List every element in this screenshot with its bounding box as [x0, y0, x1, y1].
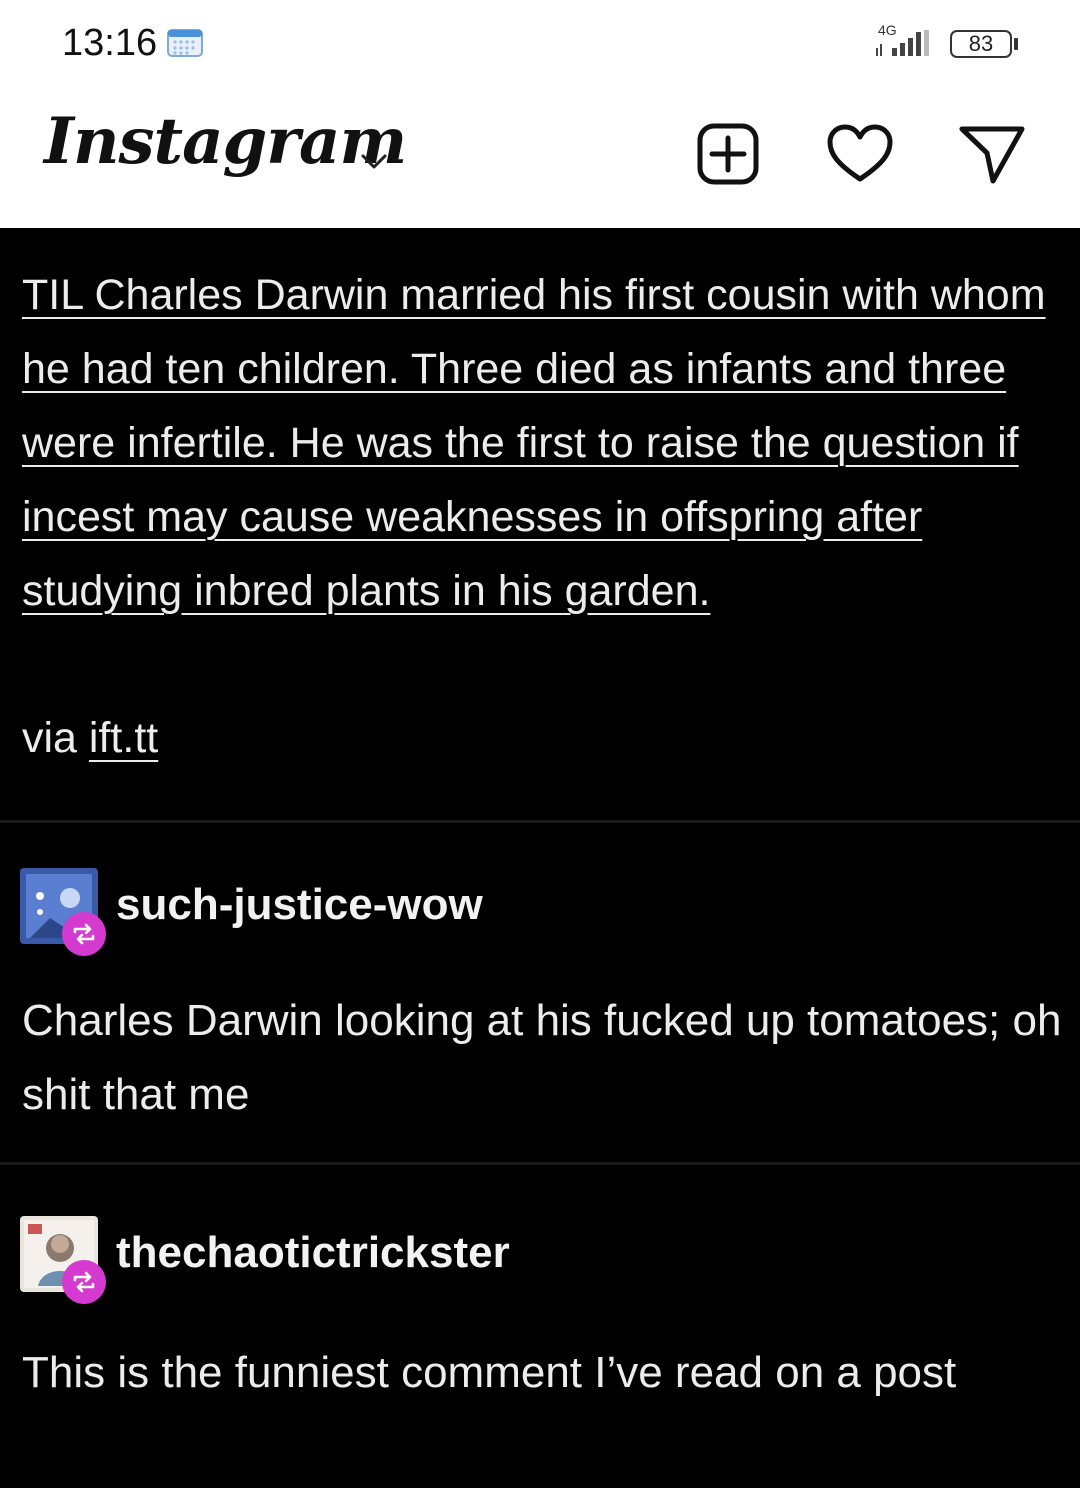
- source-line: via ift.tt: [22, 714, 158, 763]
- status-time: 13:16: [62, 22, 158, 64]
- reblog-badge: [62, 1260, 106, 1304]
- chevron-down-icon[interactable]: [358, 150, 390, 172]
- signal-strength-icon: [876, 30, 929, 56]
- reblog-icon: [73, 923, 95, 945]
- reblog-badge: [62, 912, 106, 956]
- divider: [0, 820, 1080, 823]
- app-header: Instagram: [0, 92, 1080, 228]
- heart-icon: [827, 124, 893, 182]
- reblog-username[interactable]: such-justice-wow: [116, 880, 483, 930]
- calendar-notification-icon: [167, 29, 203, 57]
- reblog-comment: This is the funniest comment I’ve read o…: [22, 1348, 957, 1397]
- activity-button[interactable]: [822, 116, 898, 192]
- source-link[interactable]: ift.tt: [89, 714, 158, 762]
- avatar-wrap[interactable]: [20, 868, 106, 956]
- reblog-entry: thechaotictrickster This is the funniest…: [0, 1216, 1080, 1488]
- instagram-logo[interactable]: Instagram: [44, 104, 407, 179]
- post-headline[interactable]: TIL Charles Darwin married his first cou…: [22, 258, 1078, 628]
- reblog-comment: Charles Darwin looking at his fucked up …: [22, 996, 1062, 1119]
- post-image: TIL Charles Darwin married his first cou…: [0, 228, 1080, 1488]
- new-post-button[interactable]: [690, 116, 766, 192]
- send-icon: [959, 126, 1025, 184]
- direct-messages-button[interactable]: [954, 116, 1030, 192]
- battery-tip: [1014, 38, 1018, 50]
- divider: [0, 1162, 1080, 1165]
- reblog-icon: [73, 1271, 95, 1293]
- battery-indicator: 83: [950, 30, 1012, 58]
- reblog-entry: such-justice-wow Charles Darwin looking …: [0, 868, 1080, 1148]
- via-label: via: [22, 714, 77, 762]
- status-bar: 13:16 4G 83: [0, 0, 1080, 92]
- add-post-icon: [697, 123, 759, 185]
- reblog-username[interactable]: thechaotictrickster: [116, 1228, 510, 1278]
- avatar-wrap[interactable]: [20, 1216, 106, 1304]
